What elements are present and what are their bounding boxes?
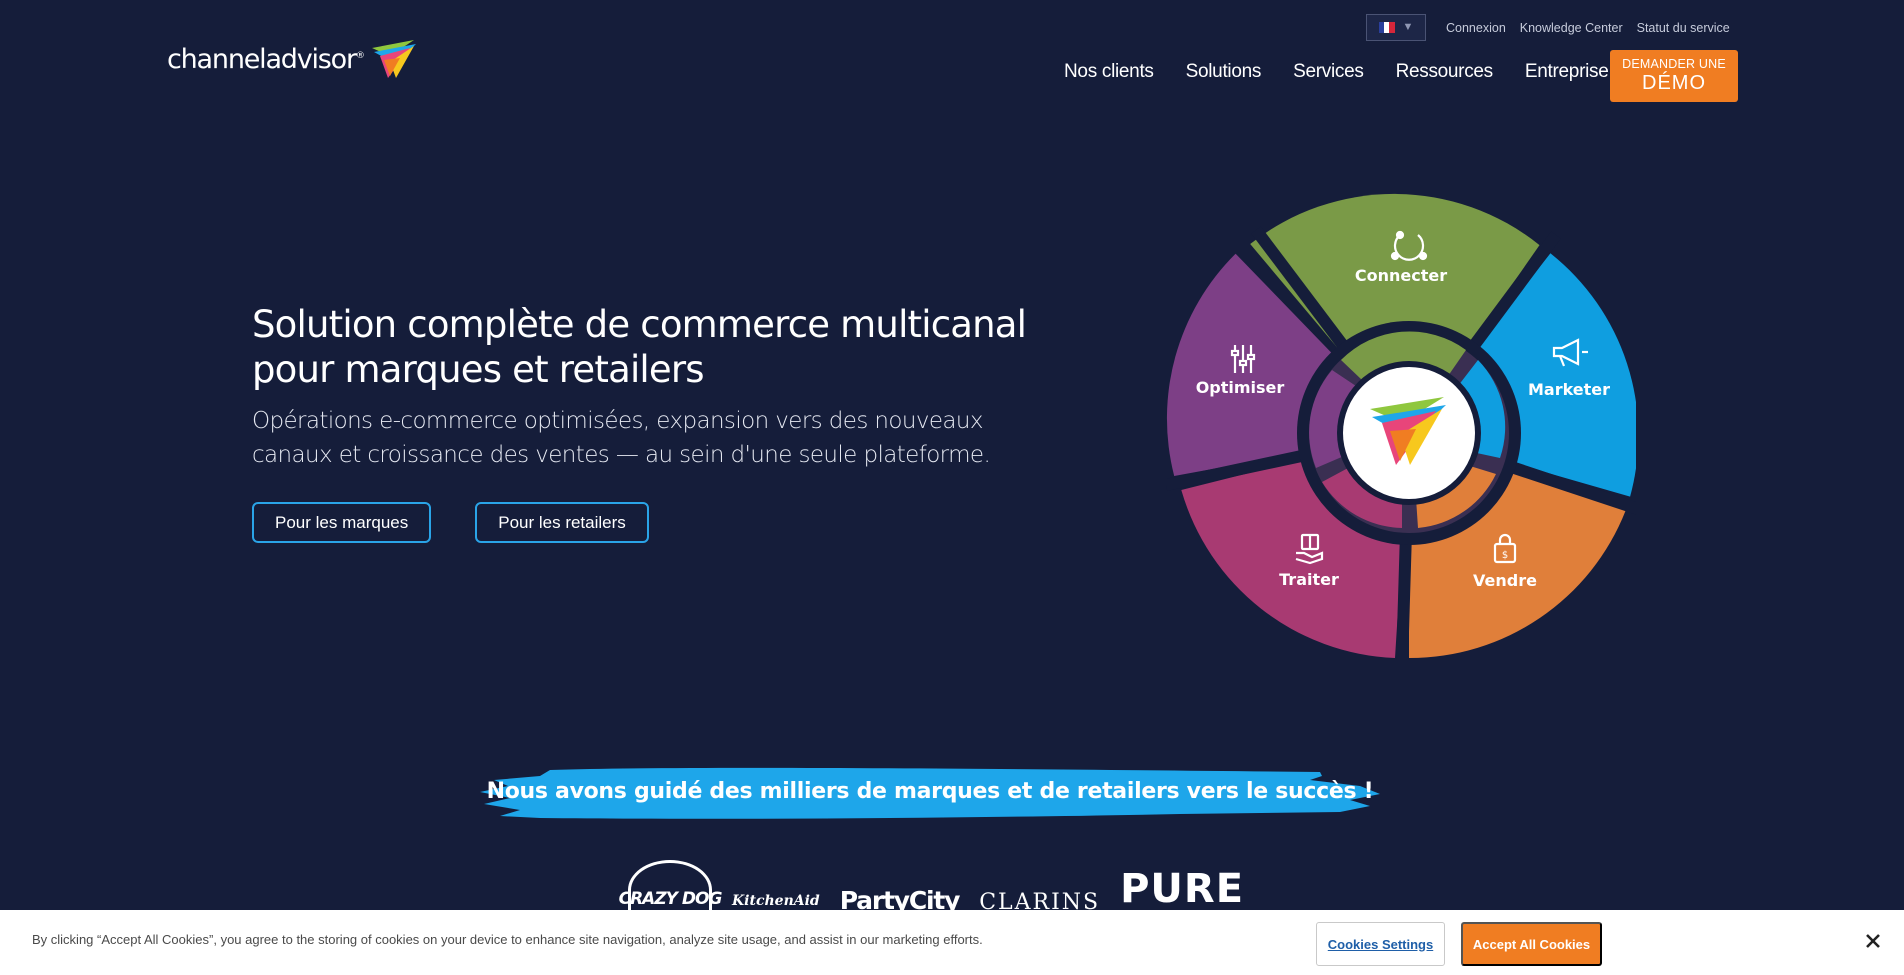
segment-label-connecter: Connecter (1355, 266, 1447, 285)
hero-title: Solution complète de commerce multicanal… (252, 303, 1027, 391)
cookies-settings-button[interactable]: Cookies Settings (1316, 922, 1445, 966)
nav-solutions[interactable]: Solutions (1186, 61, 1262, 83)
nav-resources[interactable]: Ressources (1396, 61, 1494, 83)
segment-label-vendre: Vendre (1473, 571, 1537, 590)
logo-wordmark: channeladvisor® (167, 43, 365, 75)
commerce-cycle-wheel: Connecter Marketer $ Vendre Traiter Opti… (1166, 193, 1636, 660)
main-nav: Nos clients Solutions Services Ressource… (1064, 60, 1651, 84)
accept-all-cookies-button[interactable]: Accept All Cookies (1461, 922, 1602, 966)
nav-company[interactable]: Entreprise (1525, 61, 1609, 83)
client-logo-pure: PURE (1120, 866, 1245, 912)
cookie-consent-bar: By clicking “Accept All Cookies”, you ag… (0, 910, 1904, 975)
hero-subtitle: Opérations e-commerce optimisées, expans… (252, 408, 991, 468)
language-selector[interactable]: ▼ (1366, 14, 1426, 41)
for-retailers-button[interactable]: Pour les retailers (475, 502, 649, 543)
client-logo-kitchenaid: KitchenAid (732, 893, 820, 909)
banner-headline: Nous avons guidé des milliers de marques… (486, 778, 1374, 804)
service-status-link[interactable]: Statut du service (1637, 21, 1730, 35)
segment-label-traiter: Traiter (1279, 570, 1339, 589)
nav-our-clients[interactable]: Nos clients (1064, 61, 1154, 83)
cookie-notice-text: By clicking “Accept All Cookies”, you ag… (32, 932, 983, 947)
segment-label-marketer: Marketer (1528, 380, 1610, 399)
utility-bar: ▼ Connexion Knowledge Center Statut du s… (1366, 14, 1730, 41)
logo-mark-icon (371, 40, 416, 78)
request-demo-button[interactable]: DEMANDER UNE DÉMO (1610, 50, 1738, 102)
french-flag-icon (1378, 22, 1395, 33)
for-brands-button[interactable]: Pour les marques (252, 502, 432, 543)
svg-text:$: $ (1502, 550, 1508, 561)
channeladvisor-logo[interactable]: channeladvisor® (167, 38, 418, 80)
login-link[interactable]: Connexion (1446, 21, 1506, 35)
nav-services[interactable]: Services (1293, 61, 1364, 83)
knowledge-center-link[interactable]: Knowledge Center (1520, 21, 1623, 35)
chevron-down-icon: ▼ (1402, 21, 1414, 33)
segment-label-optimiser: Optimiser (1196, 378, 1285, 397)
sliders-icon (1230, 345, 1256, 373)
close-icon[interactable] (1862, 930, 1884, 952)
hero-buttons: Pour les marques Pour les retailers (252, 502, 649, 543)
